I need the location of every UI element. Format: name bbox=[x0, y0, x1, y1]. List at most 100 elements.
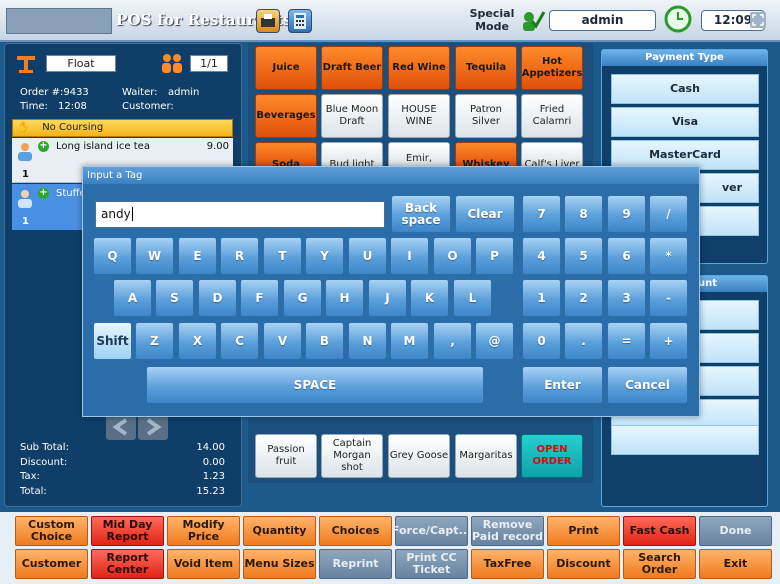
cancel-key[interactable]: Cancel bbox=[607, 366, 688, 404]
menu-item-whiskey[interactable]: Whiskey bbox=[455, 142, 517, 170]
key-b[interactable]: B bbox=[305, 322, 344, 360]
key-slash[interactable]: / bbox=[649, 195, 688, 233]
checkmark-user-icon[interactable] bbox=[519, 7, 546, 33]
menu-item-red-wine[interactable]: Red Wine bbox=[388, 46, 450, 90]
menu-item-captain-morgan[interactable]: Captain Morgan shot bbox=[321, 434, 383, 478]
add-icon[interactable]: + bbox=[38, 141, 49, 152]
menu-item-patron-silver[interactable]: Patron Silver bbox=[455, 94, 517, 138]
menu-item-fried-calamri[interactable]: Fried Calamri bbox=[521, 94, 583, 138]
arrow-left-icon[interactable] bbox=[106, 414, 136, 440]
guests-icon[interactable] bbox=[158, 49, 186, 77]
space-key[interactable]: SPACE bbox=[146, 366, 484, 404]
key-dot[interactable]: . bbox=[564, 322, 603, 360]
fullscreen-icon[interactable] bbox=[750, 12, 766, 28]
coursing-row[interactable]: ✋ No Coursing bbox=[12, 119, 233, 137]
void-item-button[interactable]: Void Item bbox=[167, 549, 240, 579]
key-at[interactable]: @ bbox=[475, 322, 514, 360]
menu-sizes-button[interactable]: Menu Sizes bbox=[243, 549, 316, 579]
report-center-button[interactable]: Report Center bbox=[91, 549, 164, 579]
pay-cash-button[interactable]: Cash bbox=[611, 74, 759, 104]
key-plus[interactable]: + bbox=[649, 322, 688, 360]
discount-button[interactable]: Discount bbox=[547, 549, 620, 579]
key-t[interactable]: T bbox=[263, 237, 302, 275]
key-8[interactable]: 8 bbox=[564, 195, 603, 233]
key-g[interactable]: G bbox=[283, 279, 322, 317]
key-o[interactable]: O bbox=[433, 237, 472, 275]
key-asterisk[interactable]: * bbox=[649, 237, 688, 275]
menu-item-margaritas[interactable]: Margaritas bbox=[455, 434, 517, 478]
table-icon[interactable] bbox=[14, 52, 38, 76]
menu-item-draft-beer[interactable]: Draft Beer bbox=[321, 46, 383, 90]
remove-paid-record-button[interactable]: Remove Paid record bbox=[471, 516, 544, 546]
calculator-icon[interactable] bbox=[288, 9, 312, 33]
pay-visa-button[interactable]: Visa bbox=[611, 107, 759, 137]
menu-item-emir[interactable]: Emir, bbox=[388, 142, 450, 168]
key-f[interactable]: F bbox=[240, 279, 279, 317]
menu-item-soda[interactable]: Soda bbox=[255, 142, 317, 170]
key-5[interactable]: 5 bbox=[564, 237, 603, 275]
key-minus[interactable]: - bbox=[649, 279, 688, 317]
key-equals[interactable]: = bbox=[607, 322, 646, 360]
menu-item-blue-moon[interactable]: Blue Moon Draft bbox=[321, 94, 383, 138]
menu-item-calfs-liver[interactable]: Calf's Liver bbox=[521, 142, 583, 170]
open-order-button[interactable]: OPEN ORDER bbox=[521, 434, 583, 478]
quantity-button[interactable]: Quantity bbox=[243, 516, 316, 546]
key-k[interactable]: K bbox=[410, 279, 449, 317]
key-a[interactable]: A bbox=[113, 279, 152, 317]
key-v[interactable]: V bbox=[263, 322, 302, 360]
key-h[interactable]: H bbox=[325, 279, 364, 317]
add-icon[interactable]: + bbox=[38, 188, 49, 199]
key-comma[interactable]: , bbox=[433, 322, 472, 360]
backspace-key[interactable]: Back space bbox=[391, 195, 451, 233]
menu-item-passion-fruit[interactable]: Passion fruit bbox=[255, 434, 317, 478]
key-z[interactable]: Z bbox=[135, 322, 174, 360]
menu-item-tequila[interactable]: Tequila bbox=[455, 46, 517, 90]
key-d[interactable]: D bbox=[198, 279, 237, 317]
key-j[interactable]: J bbox=[368, 279, 407, 317]
float-field[interactable]: Float bbox=[46, 55, 116, 72]
user-field[interactable]: admin bbox=[549, 10, 656, 31]
print-cc-ticket-button[interactable]: Print CC Ticket bbox=[395, 549, 468, 579]
key-0[interactable]: 0 bbox=[522, 322, 561, 360]
customer-button[interactable]: Customer bbox=[15, 549, 88, 579]
tag-input[interactable]: andy bbox=[95, 201, 385, 228]
menu-item-juice[interactable]: Juice bbox=[255, 46, 317, 90]
key-7[interactable]: 7 bbox=[522, 195, 561, 233]
key-n[interactable]: N bbox=[348, 322, 387, 360]
menu-item-hot-appetizers[interactable]: Hot Appetizers bbox=[521, 46, 583, 90]
choices-button[interactable]: Choices bbox=[319, 516, 392, 546]
search-order-button[interactable]: Search Order bbox=[623, 549, 696, 579]
key-2[interactable]: 2 bbox=[564, 279, 603, 317]
key-6[interactable]: 6 bbox=[607, 237, 646, 275]
printer-icon[interactable] bbox=[256, 9, 280, 33]
print-button[interactable]: Print bbox=[547, 516, 620, 546]
enter-key[interactable]: Enter bbox=[522, 366, 603, 404]
menu-item-house-wine[interactable]: HOUSE WINE bbox=[388, 94, 450, 138]
key-u[interactable]: U bbox=[348, 237, 387, 275]
key-i[interactable]: I bbox=[390, 237, 429, 275]
key-s[interactable]: S bbox=[155, 279, 194, 317]
account-slot[interactable] bbox=[611, 425, 759, 455]
shift-key[interactable]: Shift bbox=[93, 322, 132, 360]
key-3[interactable]: 3 bbox=[607, 279, 646, 317]
key-1[interactable]: 1 bbox=[522, 279, 561, 317]
reprint-button[interactable]: Reprint bbox=[319, 549, 392, 579]
key-c[interactable]: C bbox=[220, 322, 259, 360]
clock-icon[interactable] bbox=[664, 5, 692, 33]
arrow-right-icon[interactable] bbox=[138, 414, 168, 440]
mid-day-report-button[interactable]: Mid Day Report bbox=[91, 516, 164, 546]
modify-price-button[interactable]: Modify Price bbox=[167, 516, 240, 546]
menu-item-bud-light[interactable]: Bud light bbox=[321, 142, 383, 170]
key-y[interactable]: Y bbox=[305, 237, 344, 275]
key-9[interactable]: 9 bbox=[607, 195, 646, 233]
key-r[interactable]: R bbox=[220, 237, 259, 275]
key-q[interactable]: Q bbox=[93, 237, 132, 275]
key-w[interactable]: W bbox=[135, 237, 174, 275]
exit-button[interactable]: Exit bbox=[699, 549, 772, 579]
key-4[interactable]: 4 bbox=[522, 237, 561, 275]
fast-cash-button[interactable]: Fast Cash bbox=[623, 516, 696, 546]
clear-key[interactable]: Clear bbox=[455, 195, 515, 233]
menu-item-beverages[interactable]: Beverages bbox=[255, 94, 317, 138]
key-l[interactable]: L bbox=[453, 279, 492, 317]
taxfree-button[interactable]: TaxFree bbox=[471, 549, 544, 579]
